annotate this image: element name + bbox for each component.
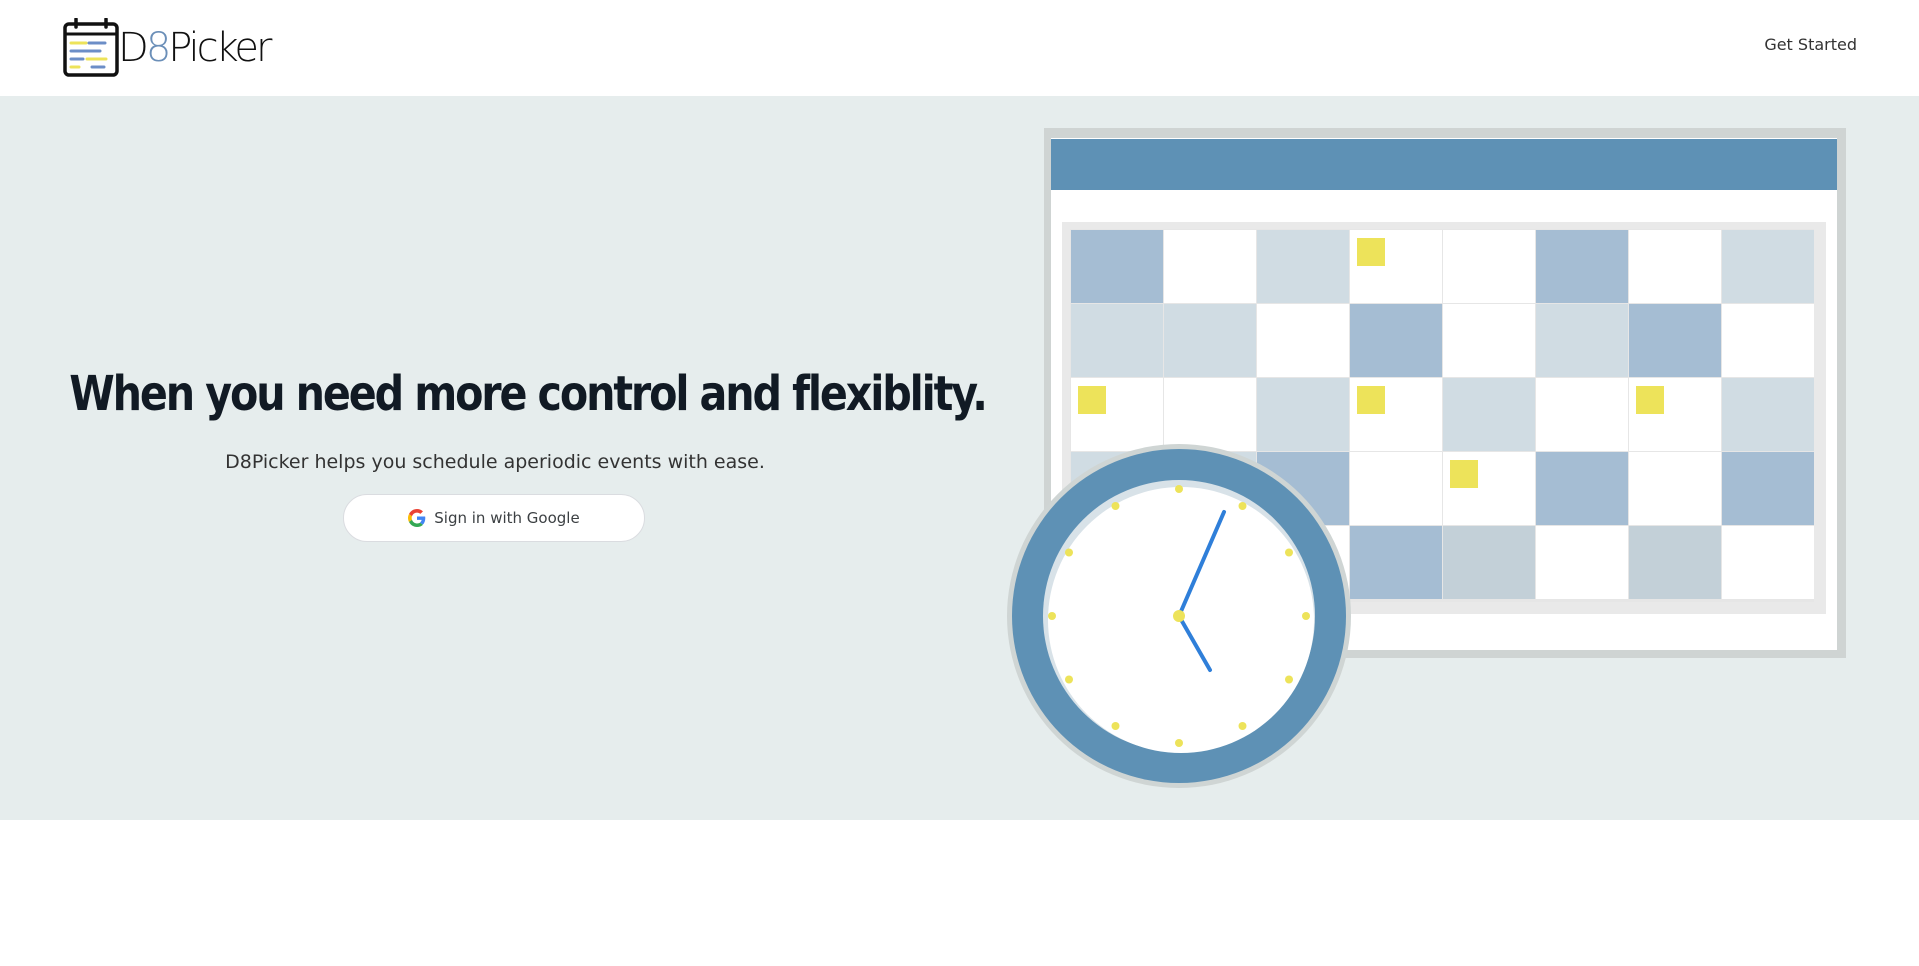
clock-hour-marker bbox=[1065, 675, 1073, 684]
calendar-cell bbox=[1257, 230, 1349, 303]
calendar-event-note bbox=[1450, 460, 1478, 488]
calendar-cell bbox=[1722, 304, 1814, 377]
hero-illustration bbox=[990, 96, 1919, 820]
calendar-cell bbox=[1443, 304, 1535, 377]
calendar-cell bbox=[1164, 378, 1256, 451]
calendar-cell bbox=[1536, 526, 1628, 599]
logo-text: D8Picker bbox=[118, 25, 272, 71]
calendar-cell bbox=[1257, 304, 1349, 377]
clock-hour-marker bbox=[1111, 502, 1120, 510]
get-started-link[interactable]: Get Started bbox=[1764, 35, 1857, 54]
calendar-cell bbox=[1350, 526, 1442, 599]
calendar-event-note bbox=[1357, 386, 1385, 414]
clock-hour-marker bbox=[1175, 739, 1183, 747]
hero-headline: When you need more control and flexiblit… bbox=[69, 366, 988, 422]
clock-hour-marker bbox=[1111, 722, 1120, 730]
calendar-cell bbox=[1350, 304, 1442, 377]
clock-hour-marker bbox=[1065, 548, 1073, 557]
calendar-cell bbox=[1629, 452, 1721, 525]
clock-hour-marker bbox=[1302, 612, 1310, 620]
google-signin-button[interactable]: Sign in with Google bbox=[343, 494, 645, 542]
calendar-cell bbox=[1536, 304, 1628, 377]
calendar-cell bbox=[1536, 452, 1628, 525]
calendar-cell bbox=[1257, 378, 1349, 451]
calendar-cell bbox=[1629, 230, 1721, 303]
calendar-cell bbox=[1722, 452, 1814, 525]
clock-hour-marker bbox=[1285, 548, 1293, 557]
calendar-cell bbox=[1071, 304, 1163, 377]
calendar-cell bbox=[1443, 526, 1535, 599]
clock-hour-marker bbox=[1048, 612, 1056, 620]
hero-section: When you need more control and flexiblit… bbox=[0, 96, 1919, 820]
hero-subtitle: D8Picker helps you schedule aperiodic ev… bbox=[225, 451, 765, 473]
logo-text-digit: 8 bbox=[145, 25, 172, 71]
calendar-illustration bbox=[1007, 128, 1846, 788]
logo[interactable]: D8Picker bbox=[62, 18, 272, 78]
signin-button-label: Sign in with Google bbox=[434, 509, 580, 527]
calendar-cell bbox=[1443, 378, 1535, 451]
calendar-event-note bbox=[1078, 386, 1106, 414]
calendar-cell bbox=[1629, 304, 1721, 377]
logo-text-suffix: Picker bbox=[168, 25, 272, 71]
calendar-cell bbox=[1629, 526, 1721, 599]
calendar-cell bbox=[1071, 230, 1163, 303]
calendar-event-note bbox=[1636, 386, 1664, 414]
top-navbar: D8Picker Get Started bbox=[0, 0, 1919, 96]
logo-text-prefix: D bbox=[118, 25, 149, 71]
calendar-cell bbox=[1722, 230, 1814, 303]
calendar-cell bbox=[1536, 230, 1628, 303]
calendar-cell bbox=[1536, 378, 1628, 451]
clock-hour-marker bbox=[1238, 722, 1247, 730]
calendar-cell bbox=[1164, 304, 1256, 377]
calendar-cell bbox=[1722, 378, 1814, 451]
clock-center bbox=[1173, 610, 1185, 622]
calendar-logo-icon bbox=[63, 18, 119, 77]
calendar-cell bbox=[1350, 452, 1442, 525]
calendar-cell bbox=[1443, 230, 1535, 303]
calendar-event-note bbox=[1357, 238, 1385, 266]
clock-illustration bbox=[1007, 444, 1351, 788]
hero-text-block: When you need more control and flexiblit… bbox=[0, 96, 990, 820]
google-icon bbox=[408, 509, 426, 527]
clock-hour-marker bbox=[1175, 485, 1183, 493]
calendar-cell bbox=[1722, 526, 1814, 599]
clock-hour-marker bbox=[1238, 502, 1247, 510]
calendar-cell bbox=[1164, 230, 1256, 303]
clock-hour-marker bbox=[1285, 675, 1293, 684]
